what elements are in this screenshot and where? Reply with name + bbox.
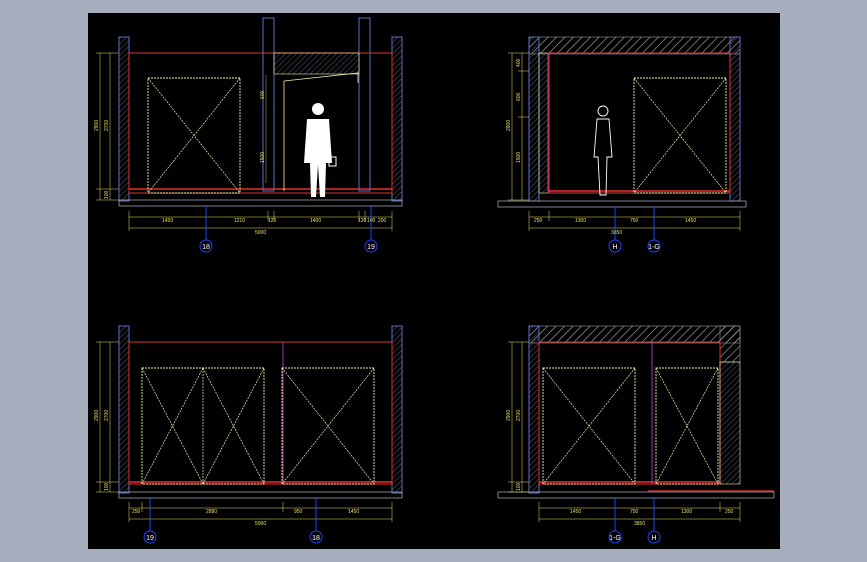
horizontal-dim-label: 120 xyxy=(358,218,367,224)
room-outline xyxy=(128,341,393,485)
elevation-2: 2900 400 600 1500 250 1300 750 1450 3850… xyxy=(497,36,747,253)
horizontal-dim-label: 250 xyxy=(534,218,543,224)
horizontal-dim-label: 1300 xyxy=(575,218,586,224)
floor-slab xyxy=(118,199,403,207)
vertical-dim-label: 600 xyxy=(516,92,522,101)
ceiling-slab xyxy=(528,325,741,344)
vertical-dim-label: 100 xyxy=(516,482,522,491)
inner-dim-label: 1500 xyxy=(260,152,266,163)
room-outline xyxy=(548,52,731,194)
left-wall xyxy=(118,36,130,202)
vertical-dim-label: 2900 xyxy=(94,410,100,421)
room-outline xyxy=(538,341,721,485)
cad-drawing-canvas[interactable]: 600 1500 2900 2700 100 1450 1210 120 140… xyxy=(88,13,780,549)
elevation-3: 2900 2700 100 250 2880 950 1450 5000 19 … xyxy=(94,325,403,544)
vertical-dim-label: 2700 xyxy=(104,120,110,131)
vertical-dim-label: 2700 xyxy=(516,410,522,421)
total-dim-label: 5000 xyxy=(255,230,266,236)
horizontal-dim-label: 750 xyxy=(630,218,639,224)
total-dim-label: 5000 xyxy=(255,521,266,527)
inner-dim-label: 600 xyxy=(260,90,266,99)
vertical-dim-label: 2900 xyxy=(506,410,512,421)
horizontal-dim-label: 250 xyxy=(132,509,141,515)
glass-column xyxy=(262,17,275,192)
vertical-dim-label: 100 xyxy=(104,482,110,491)
total-dim-label: 3850 xyxy=(634,521,645,527)
right-wall xyxy=(391,36,403,202)
floor-slab xyxy=(118,491,403,499)
horizontal-dim-label: 1300 xyxy=(681,509,692,515)
glass-column xyxy=(358,17,371,192)
vertical-dim-label: 400 xyxy=(516,58,522,67)
horizontal-dim-label: 1450 xyxy=(570,509,581,515)
total-dim-label: 3850 xyxy=(611,230,622,236)
person-figure-icon xyxy=(593,105,613,196)
vertical-dim-label: 2700 xyxy=(104,410,110,421)
axis-label: H xyxy=(612,244,617,251)
person-figure-icon xyxy=(304,103,337,197)
horizontal-dim-label: 120 xyxy=(268,218,277,224)
horizontal-dim-label: 200 xyxy=(378,218,387,224)
axis-label: 19 xyxy=(367,244,375,251)
horizontal-dim-label: 1210 xyxy=(234,218,245,224)
ceiling-slab xyxy=(528,36,741,55)
floor-slab xyxy=(497,200,747,208)
horizontal-dim-label: 1400 xyxy=(310,218,321,224)
horizontal-dim-label: 1450 xyxy=(685,218,696,224)
horizontal-dim-label: 950 xyxy=(294,509,303,515)
axis-label: 18 xyxy=(202,244,210,251)
right-wall xyxy=(391,325,403,494)
horizontal-dim-label: 1450 xyxy=(162,218,173,224)
vertical-dim-label: 1500 xyxy=(516,152,522,163)
axis-label: 19 xyxy=(146,535,154,542)
left-wall xyxy=(528,36,540,202)
left-wall xyxy=(118,325,130,494)
axis-label: 18 xyxy=(312,535,320,542)
axis-label: 1-G xyxy=(609,535,621,542)
axis-label: 1-G xyxy=(648,244,660,251)
horizontal-dim-label: 250 xyxy=(725,509,734,515)
left-wall xyxy=(528,325,540,494)
elevation-drawings: 600 1500 2900 2700 100 1450 1210 120 140… xyxy=(94,17,775,544)
right-wall xyxy=(729,36,741,202)
elevation-1: 600 1500 2900 2700 100 1450 1210 120 140… xyxy=(94,17,403,253)
elevation-4: 2900 2700 100 1450 750 1300 250 3850 1-G… xyxy=(497,325,775,544)
axis-label: H xyxy=(651,535,656,542)
horizontal-dim-label: 2880 xyxy=(206,509,217,515)
horizontal-dim-label: 1450 xyxy=(348,509,359,515)
horizontal-dim-label: 750 xyxy=(630,509,639,515)
vertical-dim-label: 2900 xyxy=(506,120,512,131)
vertical-dim-label: 100 xyxy=(104,190,110,199)
vertical-dim-label: 2900 xyxy=(94,120,100,131)
